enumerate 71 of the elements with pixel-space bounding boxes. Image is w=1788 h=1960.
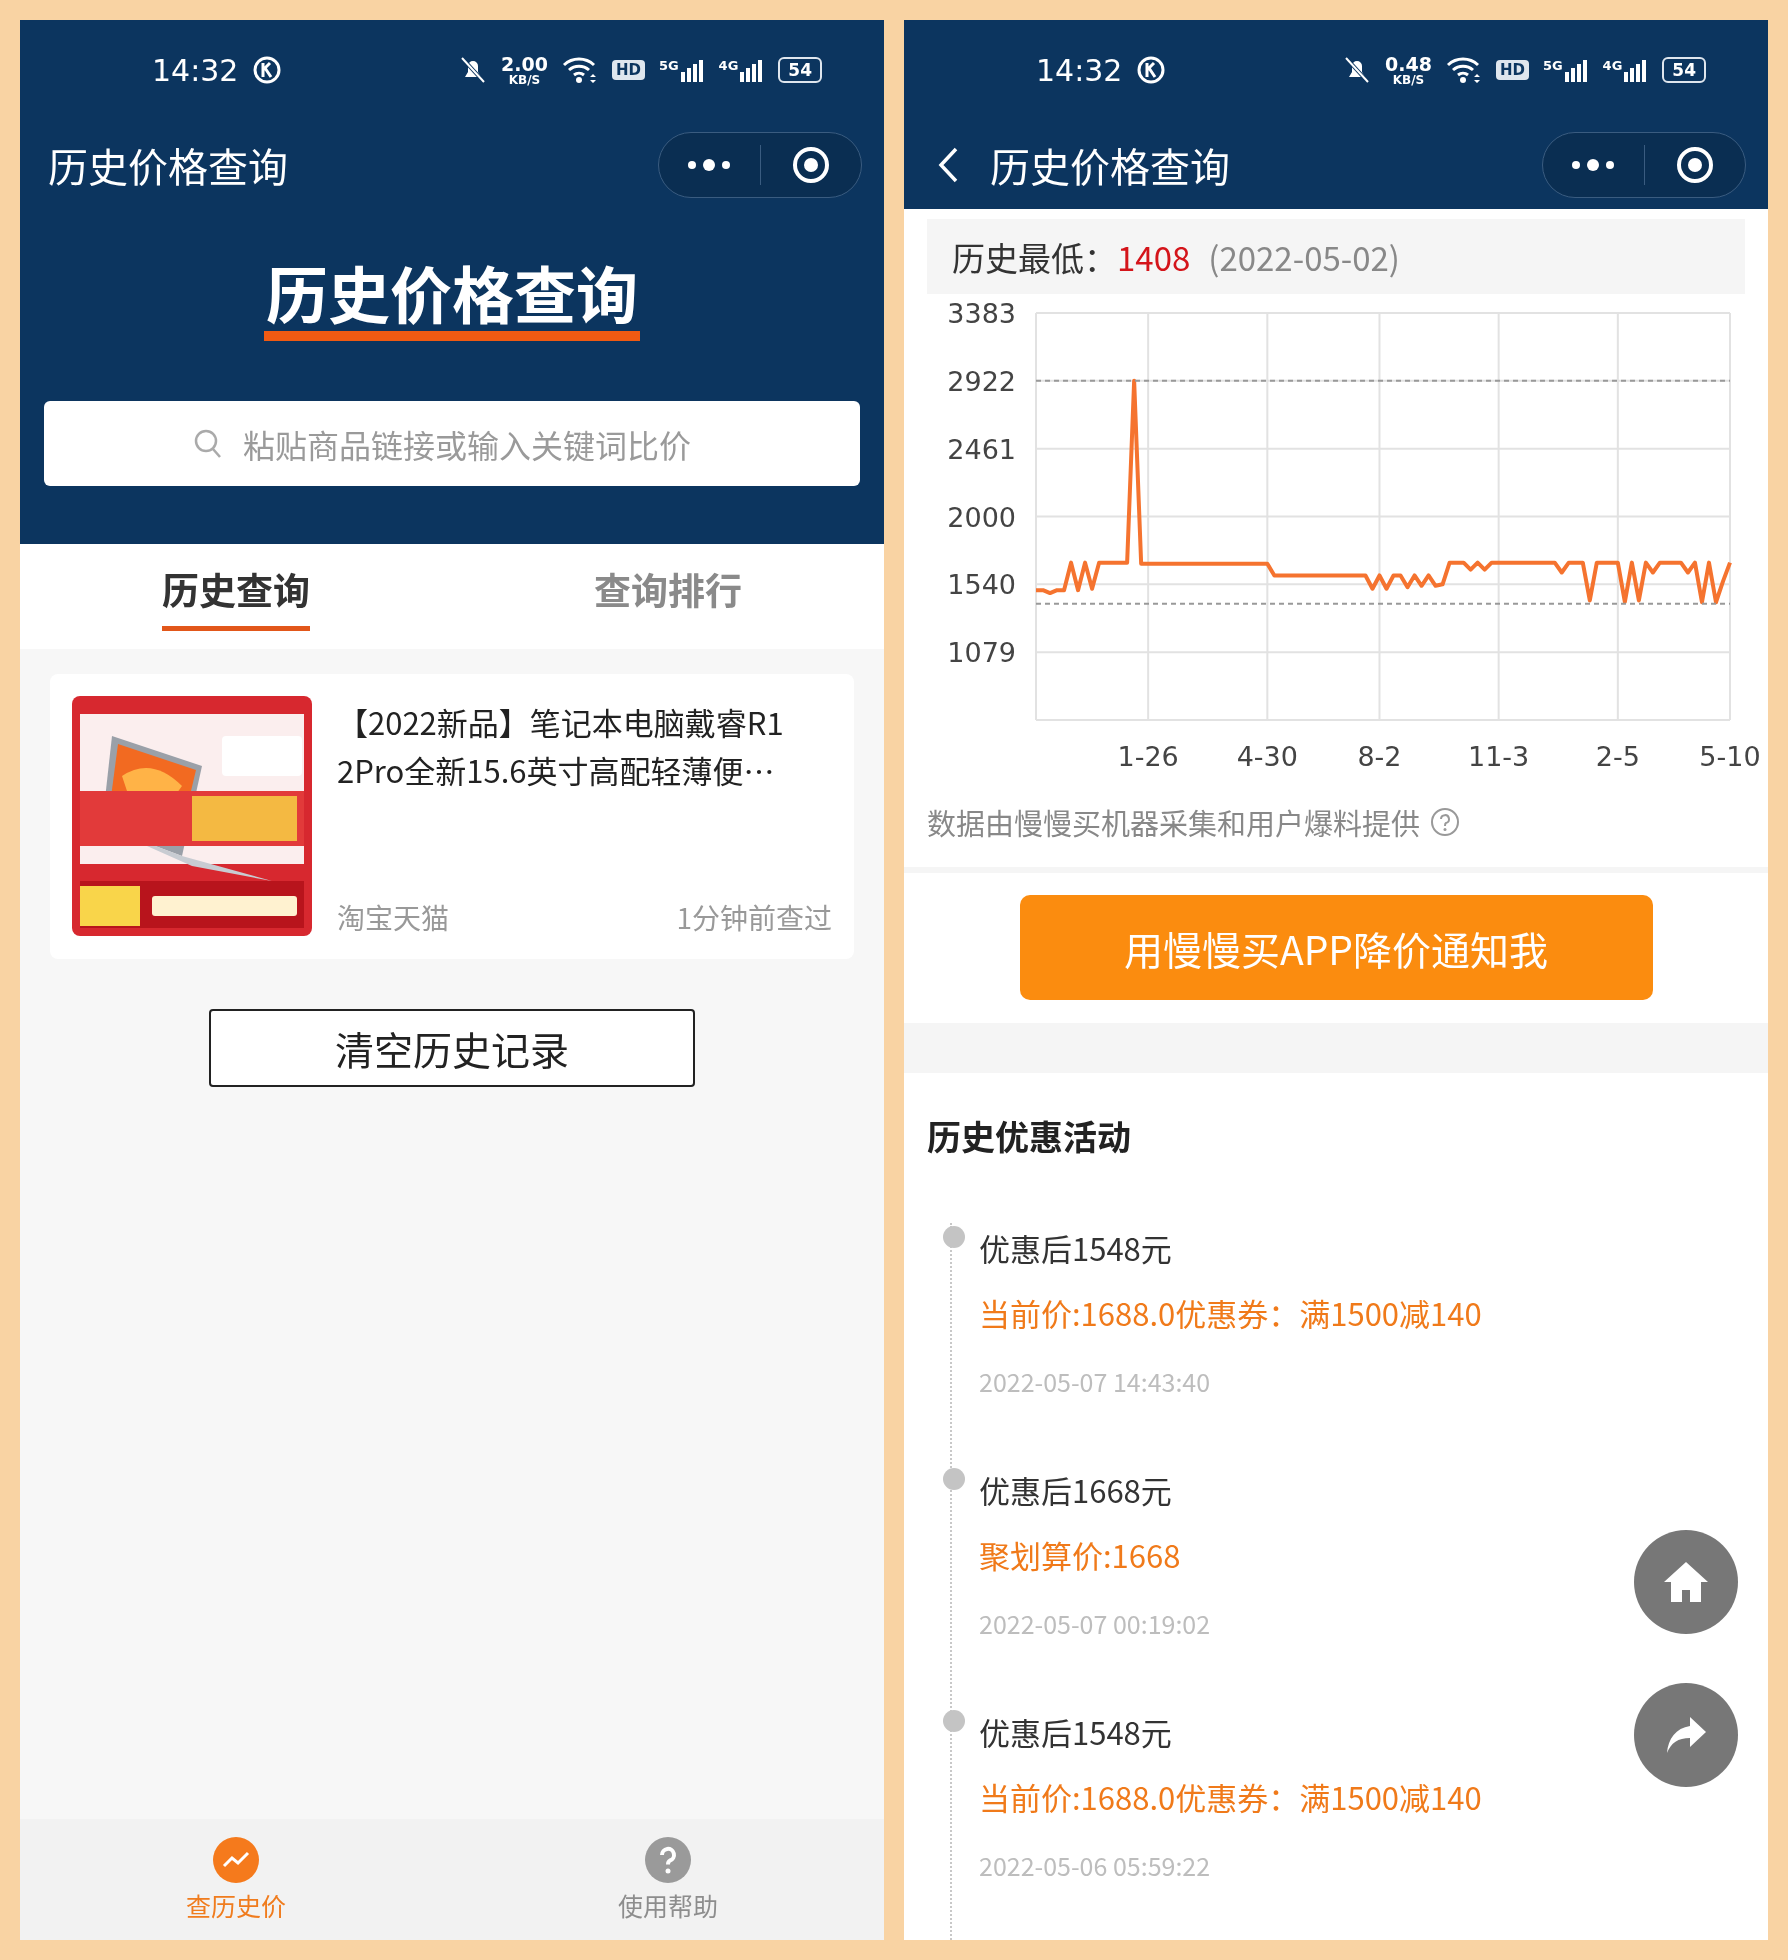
y-axis-label: 3383	[947, 298, 1016, 329]
promo-detail: 当前价:1688.0优惠券：满1500减140	[979, 1289, 1483, 1337]
status-time: 14:32	[152, 52, 239, 88]
page-title: 历史价格查询	[48, 135, 289, 194]
x-axis-label: 1-26	[1117, 741, 1179, 772]
x-axis-label: 2-5	[1595, 741, 1640, 772]
product-title: 【2022新品】笔记本电脑戴睿R12Pro全新15.6英寸高配轻薄便…	[337, 698, 785, 795]
status-time: 14:32	[1036, 52, 1123, 88]
section-title: 历史优惠活动	[926, 1110, 1132, 1162]
hd-badge: HD	[1495, 60, 1529, 80]
promo-time: 2022-05-06 05:59:22	[979, 1846, 1212, 1885]
speed-value: 0.48	[1385, 54, 1432, 74]
k-circle-icon	[252, 55, 283, 85]
x-axis-label: 8-2	[1357, 741, 1402, 772]
signal-icon	[740, 58, 765, 82]
x-axis-label: 4-30	[1236, 741, 1298, 772]
tab[interactable]: 查询排行	[452, 544, 884, 650]
network-label: 5G	[1542, 58, 1563, 73]
nav-item[interactable]: 查历史价	[20, 1819, 452, 1940]
data-source-note: 数据由慢慢买机器采集和用户爆料提供	[927, 801, 1420, 843]
lowest-price-label: 历史最低：	[952, 232, 1117, 281]
promo-title: 优惠后1668元	[979, 1466, 1173, 1514]
muted-bell-icon	[1343, 55, 1371, 85]
signal-icon	[680, 58, 705, 82]
battery-level: 54	[1662, 57, 1706, 83]
k-circle-icon	[1136, 55, 1167, 85]
query-time: 1分钟前查过	[676, 897, 832, 938]
network-label: 4G	[1602, 58, 1623, 73]
network-label: 5G	[658, 58, 679, 73]
y-axis-label: 2461	[947, 433, 1016, 465]
y-axis-label: 1540	[947, 569, 1016, 601]
lowest-price-date: (2022-05-02)	[1208, 232, 1400, 281]
timeline-dot	[943, 1710, 965, 1732]
promo-title: 优惠后1548元	[979, 1708, 1173, 1756]
search-icon	[194, 429, 222, 460]
promo-time: 2022-05-07 00:19:02	[979, 1604, 1212, 1643]
banner-title: 历史价格查询	[264, 255, 640, 342]
line-chart-icon	[213, 1836, 259, 1883]
question-icon	[645, 1836, 691, 1883]
promo-title: 优惠后1548元	[979, 1224, 1173, 1272]
hd-badge: HD	[611, 60, 645, 80]
battery-level: 54	[778, 57, 822, 83]
x-axis-label: 11-3	[1468, 741, 1530, 772]
network-label: 4G	[718, 58, 739, 73]
clear-history-button[interactable]: 清空历史记录	[209, 1009, 695, 1088]
speed-value: 2.00	[501, 54, 548, 74]
house-icon	[1662, 1560, 1710, 1604]
x-axis-label: 5-10	[1699, 741, 1761, 772]
notify-button[interactable]: 用慢慢买APP降价通知我	[1019, 895, 1653, 1000]
lowest-price: 1408	[1117, 232, 1191, 281]
wifi-icon	[1445, 56, 1482, 84]
tab[interactable]: 历史查询	[20, 544, 452, 650]
signal-icon	[1564, 58, 1589, 82]
y-axis-label: 2922	[947, 365, 1016, 397]
promo-time: 2022-05-07 14:43:40	[979, 1362, 1212, 1401]
question-icon[interactable]	[1430, 807, 1460, 837]
muted-bell-icon	[459, 55, 487, 85]
y-axis-label: 1079	[947, 637, 1016, 669]
wifi-icon	[561, 56, 598, 84]
search-field[interactable]: 粘贴商品链接或输入关键词比价	[44, 401, 860, 487]
timeline-dot	[943, 1226, 965, 1248]
product-source: 淘宝天猫	[337, 897, 449, 938]
promo-detail: 当前价:1688.0优惠券：满1500减140	[979, 1773, 1483, 1821]
promo-detail: 聚划算价:1668	[979, 1531, 1182, 1579]
y-axis-label: 2000	[947, 501, 1016, 533]
page-title: 历史价格查询	[990, 135, 1231, 194]
nav-item[interactable]: 使用帮助	[452, 1819, 884, 1940]
history-card[interactable]: 【2022新品】笔记本电脑戴睿R12Pro全新15.6英寸高配轻薄便… 淘宝天猫 1分钟前查过	[50, 674, 854, 960]
signal-icon	[1624, 58, 1649, 82]
speed-unit: KB/S	[1392, 73, 1425, 86]
speed-unit: KB/S	[508, 73, 541, 86]
